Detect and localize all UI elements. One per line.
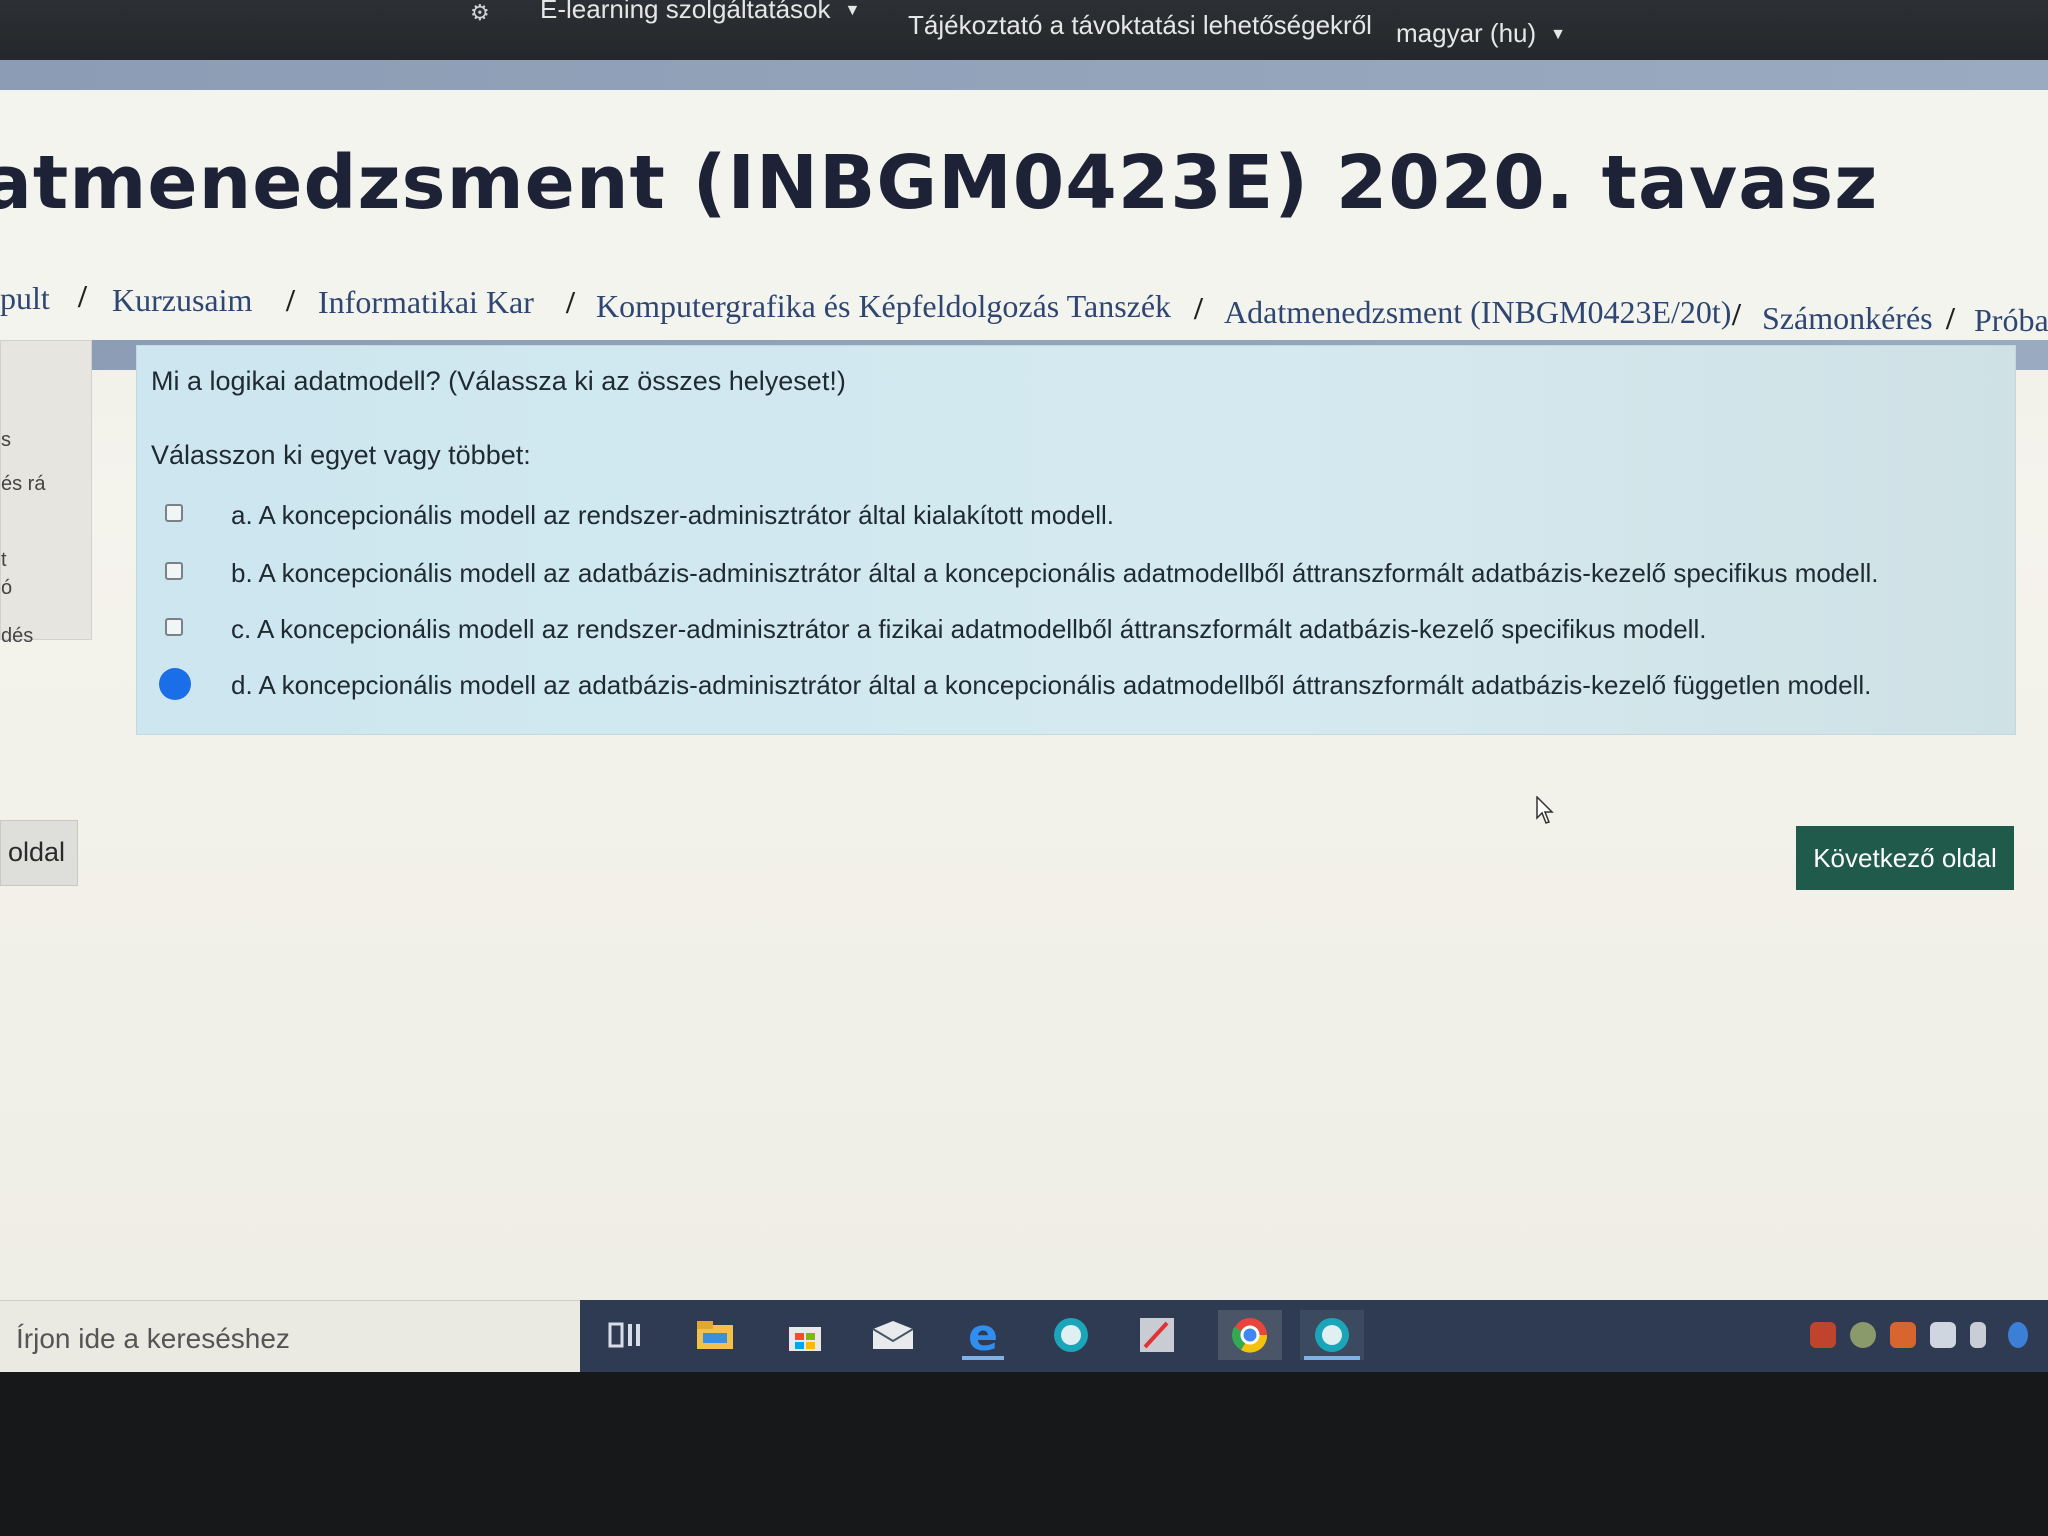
drawer-fragment: ó <box>1 577 13 599</box>
option-label: c. A koncepcionális modell az rendszer-a… <box>231 614 1707 644</box>
answer-option-a[interactable]: a. A koncepcionális modell az rendszer-a… <box>151 496 2001 546</box>
answer-option-c[interactable]: c. A koncepcionális modell az rendszer-a… <box>151 610 2001 660</box>
breadcrumb-separator: / <box>566 284 575 320</box>
active-indicator <box>962 1356 1004 1360</box>
chevron-down-icon: ▼ <box>1550 26 1566 44</box>
nav-distance-learning-info[interactable]: Tájékoztató a távoktatási lehetőségekről <box>908 10 1372 41</box>
answer-instruction: Válasszon ki egyet vagy többet: <box>151 440 531 470</box>
checkbox-option-a[interactable] <box>165 504 183 522</box>
checkbox-option-d[interactable] <box>159 668 191 700</box>
breadcrumb: pult / Kurzusaim / Informatikai Kar / Ko… <box>0 270 2048 338</box>
globe-icon[interactable] <box>1850 1322 1876 1348</box>
drawer-fragment: dés <box>1 625 34 647</box>
checkbox-option-c[interactable] <box>165 618 183 636</box>
nav-info-label: Tájékoztató a távoktatási lehetőségekről <box>908 10 1372 40</box>
checkbox-option-b[interactable] <box>165 562 183 580</box>
search-placeholder: Írjon ide a kereséshez <box>16 1323 290 1354</box>
drawer-fragment: t <box>1 549 7 571</box>
page-title: atmenedzsment (INBGM0423E) 2020. tavasz <box>0 140 1879 226</box>
taskbar-search-box[interactable]: Írjon ide a kereséshez <box>0 1300 580 1372</box>
windows-taskbar: Írjon ide a kereséshez e <box>0 1300 2048 1372</box>
answer-option-b[interactable]: b. A koncepcionális modell az adatbázis-… <box>151 554 2001 604</box>
nav-elearning-label: E-learning szolgáltatások <box>540 0 831 24</box>
breadcrumb-separator: / <box>1194 290 1203 326</box>
bluetooth-icon[interactable] <box>2008 1322 2028 1348</box>
app-icon[interactable] <box>1046 1310 1096 1360</box>
breadcrumb-dashboard[interactable]: pult <box>0 280 50 317</box>
language-selector[interactable]: magyar (hu) ▼ <box>1396 18 1566 49</box>
answer-option-d[interactable]: d. A koncepcionális modell az adatbázis-… <box>151 666 2001 716</box>
monitor-bezel <box>0 1372 2048 1536</box>
breadcrumb-my-courses[interactable]: Kurzusaim <box>112 282 252 319</box>
mail-icon[interactable] <box>868 1310 918 1360</box>
quiz-navigation-block: s és rá t ó dés <box>0 340 92 647</box>
option-label: b. A koncepcionális modell az adatbázis-… <box>231 558 1879 588</box>
page-header: atmenedzsment (INBGM0423E) 2020. tavasz … <box>0 90 2048 340</box>
breadcrumb-department[interactable]: Komputergrafika és Képfeldolgozás Tanszé… <box>596 288 1171 325</box>
breadcrumb-separator: / <box>1732 296 1741 332</box>
store-icon[interactable] <box>780 1310 830 1360</box>
active-indicator <box>1304 1356 1360 1360</box>
dropbox-icon[interactable] <box>1930 1322 1956 1348</box>
breadcrumb-separator: / <box>1946 300 1955 336</box>
settings-icon[interactable]: ⚙ <box>470 0 490 26</box>
question-text: Mi a logikai adatmodell? (Válassza ki az… <box>151 366 846 396</box>
nav-elearning-services[interactable]: E-learning szolgáltatások ▼ <box>540 0 860 25</box>
header-band <box>0 60 2048 90</box>
task-view-icon[interactable] <box>600 1310 650 1360</box>
next-page-button[interactable]: Következő oldal <box>1796 826 2014 890</box>
breadcrumb-separator: / <box>78 278 87 314</box>
edge-icon[interactable]: e <box>958 1310 1008 1361</box>
file-explorer-icon[interactable] <box>690 1310 740 1360</box>
breadcrumb-separator: / <box>286 282 295 318</box>
previous-page-button[interactable]: oldal <box>0 820 78 886</box>
option-label: d. A koncepcionális modell az adatbázis-… <box>231 670 1872 700</box>
top-navbar: ⚙ E-learning szolgáltatások ▼ Tájékoztató… <box>0 0 2048 60</box>
drawer-fragment: s <box>1 429 11 451</box>
snip-icon[interactable] <box>1132 1310 1182 1360</box>
network-icon[interactable] <box>1890 1322 1916 1348</box>
usb-icon[interactable] <box>1970 1322 1986 1348</box>
question-panel: Mi a logikai adatmodell? (Válassza ki az… <box>136 345 2016 735</box>
app-active-icon[interactable] <box>1300 1310 1364 1360</box>
chevron-down-icon: ▼ <box>844 2 861 20</box>
language-label: magyar (hu) <box>1396 18 1537 48</box>
chrome-icon[interactable] <box>1218 1310 1282 1360</box>
breadcrumb-faculty[interactable]: Informatikai Kar <box>318 284 534 321</box>
breadcrumb-course[interactable]: Adatmenedzsment (INBGM0423E/20t) <box>1224 294 1731 331</box>
previous-page-label: oldal <box>7 837 65 867</box>
breadcrumb-quiz[interactable]: Próba <box>1974 302 2048 339</box>
drawer-fragment: és rá <box>1 473 46 495</box>
antivirus-icon[interactable] <box>1810 1322 1836 1348</box>
option-label: a. A koncepcionális modell az rendszer-a… <box>231 500 1114 530</box>
mouse-cursor-icon <box>1536 796 1554 824</box>
breadcrumb-assessment[interactable]: Számonkérés <box>1762 300 1933 337</box>
